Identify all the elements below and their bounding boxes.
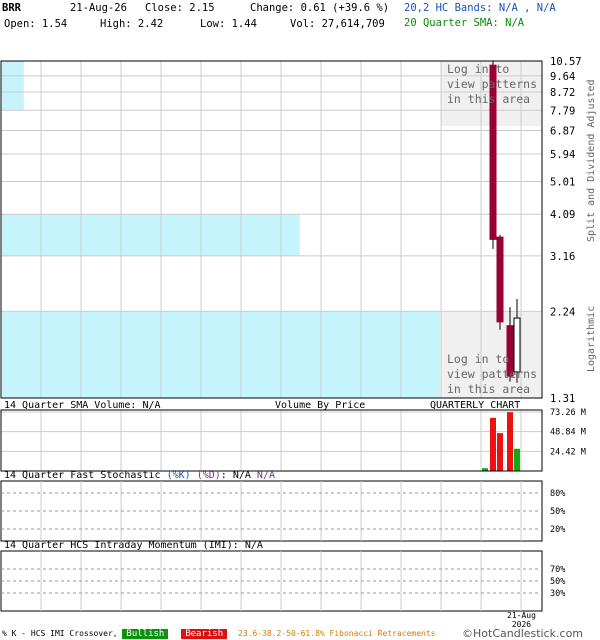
- stochastic-tick-label: 20%: [550, 525, 565, 535]
- login-note-line: in this area: [447, 382, 531, 396]
- volume-tick-label: 24.42 M: [550, 447, 586, 457]
- stochastic-title: 14 Quarter Fast Stochastic: [4, 470, 167, 481]
- fibonacci-legend: 23.6-38.2-50-61.8% Fibonacci Retracement…: [238, 629, 436, 638]
- volume-by-price-bar: [2, 61, 24, 111]
- login-note-line: Log in to: [447, 62, 510, 76]
- login-note-line: view patterns: [447, 77, 538, 91]
- stochastic-tick-label: 80%: [550, 489, 565, 499]
- stochastic-d-value: N/A: [250, 470, 275, 481]
- price-tick-label: 8.72: [550, 87, 575, 99]
- volume-by-price-bar: [2, 311, 440, 398]
- volume-panel-frame: [0, 409, 543, 472]
- imi-panel: 70% 50% 30%: [0, 550, 565, 612]
- stochastic-k-value: N/A: [226, 470, 251, 481]
- logarithmic-label: Logarithmic: [586, 305, 597, 372]
- price-tick-label: 10.57: [550, 56, 582, 68]
- candle-body: [496, 236, 504, 323]
- stochastic-panel: 80% 50% 20%: [0, 480, 565, 542]
- imi-tick-label: 50%: [550, 577, 565, 587]
- login-note-line: in this area: [447, 92, 531, 106]
- x-axis-date-top: 21-Aug: [507, 611, 536, 620]
- stochastic-tick-label: 50%: [550, 507, 565, 517]
- split-adjusted-label: Split and Dividend Adjusted: [586, 79, 597, 242]
- volume-bar: [490, 417, 496, 471]
- stochastic-label: 14 Quarter Fast Stochastic (%K) (%D): N/…: [4, 470, 275, 481]
- footer-legend: % K - HCS IMI Crossover, Bullish Bearish: [2, 629, 228, 639]
- volume-by-price-label: Volume By Price: [275, 400, 366, 411]
- price-tick-label: 9.64: [550, 71, 575, 83]
- bearish-badge: Bearish: [181, 629, 228, 639]
- price-tick-label: 5.94: [550, 149, 575, 161]
- price-tick-label: 7.79: [550, 105, 575, 117]
- price-tick-label: 5.01: [550, 176, 575, 188]
- price-tick-label: 2.24: [550, 306, 575, 318]
- volume-sma-label: 14 Quarter SMA Volume: N/A: [4, 400, 161, 411]
- imi-tick-label: 30%: [550, 589, 565, 599]
- volume-by-price-bar: [2, 214, 300, 256]
- copyright-link[interactable]: ©HotCandlestick.com: [462, 627, 583, 640]
- login-note-bottom[interactable]: Log in to view patterns in this area: [447, 352, 537, 397]
- volume-bar: [497, 433, 503, 471]
- bullish-badge: Bullish: [122, 629, 169, 639]
- volume-bar: [514, 448, 520, 471]
- price-tick-label: 1.31: [550, 393, 575, 405]
- quarterly-chart-label: QUARTERLY CHART: [430, 400, 521, 411]
- imi-tick-label: 70%: [550, 565, 565, 575]
- login-note-line: Log in to: [447, 352, 510, 366]
- price-tick-label: 4.09: [550, 209, 575, 221]
- volume-bar: [507, 412, 513, 471]
- volume-tick-label: 48.84 M: [550, 428, 586, 438]
- stochastic-d-label: (%D): [196, 470, 221, 481]
- price-tick-label: 6.87: [550, 126, 575, 138]
- stochastic-k-label: (%K): [166, 470, 191, 481]
- crossover-legend-label: % K - HCS IMI Crossover,: [2, 629, 118, 638]
- volume-panel: 73.26 M 48.84 M 24.42 M: [0, 408, 586, 472]
- login-note-top[interactable]: Log in to view patterns in this area: [447, 62, 537, 107]
- volume-tick-label: 73.26 M: [550, 408, 586, 418]
- imi-label: 14 Quarter HCS Intraday Momentum (IMI): …: [4, 540, 263, 551]
- price-tick-label: 3.16: [550, 251, 575, 263]
- login-note-line: view patterns: [447, 367, 538, 381]
